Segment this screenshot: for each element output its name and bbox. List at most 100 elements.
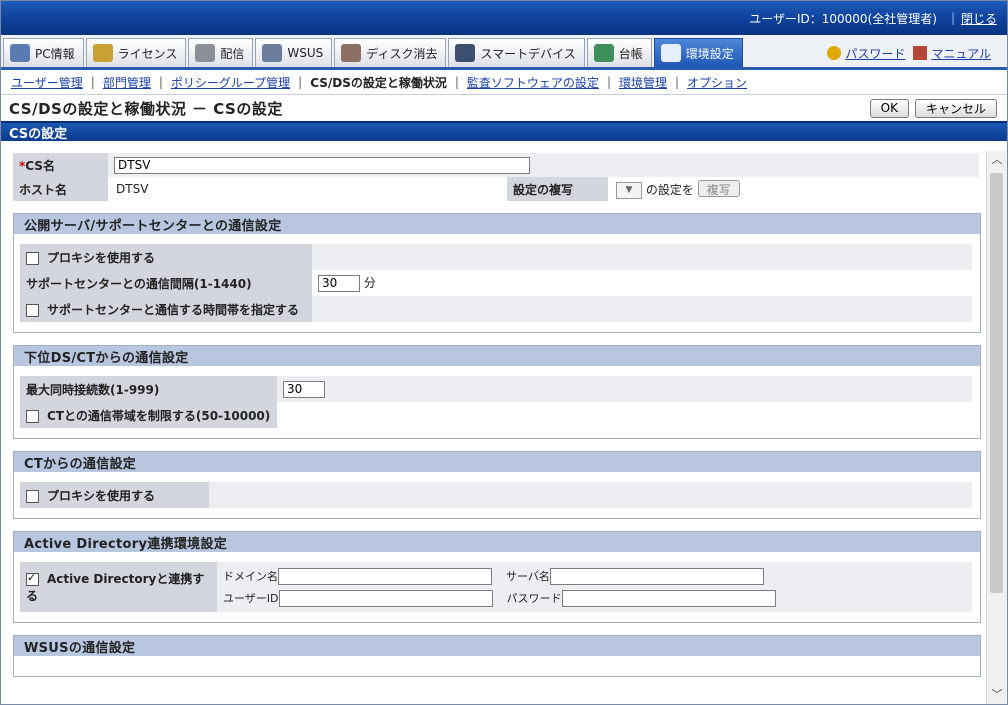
tab-label: 環境設定 (685, 46, 734, 61)
ad-link-label: Active Directoryと連携する (26, 572, 205, 603)
server-input[interactable] (549, 567, 764, 585)
pc-icon (10, 44, 30, 62)
public-proxy-checkbox[interactable] (26, 251, 39, 265)
tab-links: パスワード マニュアル (827, 39, 1007, 67)
lower-ds-ct-settings: 下位DS/CTからの通信設定 最大同時接続数(1-999) CTとの通信帯域を制… (13, 345, 981, 439)
public-server-settings: 公開サーバ/サポートセンターとの通信設定 プロキシを使用する サポートセンターと… (13, 213, 981, 333)
separator: | (454, 75, 459, 89)
password-input[interactable] (561, 589, 776, 607)
tab-settings-tools[interactable]: 環境設定 (653, 38, 743, 67)
cancel-button[interactable]: キャンセル (914, 98, 997, 118)
wsus-icon (262, 44, 283, 62)
password-link[interactable]: パスワード (845, 45, 905, 62)
tab-wsus[interactable]: WSUS (255, 38, 333, 67)
tab-label: スマートデバイス (480, 46, 576, 61)
top-bar: ユーザーID：100000(全社管理者) | 閉じる (1, 1, 1007, 35)
ct-proxy-label: プロキシを使用する (47, 488, 156, 503)
ct-settings: CTからの通信設定 プロキシを使用する (13, 451, 981, 519)
bandwidth-checkbox[interactable] (26, 409, 39, 423)
separator: | (950, 11, 955, 25)
page-title: CS/DSの設定と稼働状況 － CSの設定 (9, 99, 283, 118)
ok-button[interactable]: OK (869, 98, 909, 118)
user-id-text: ユーザーID：100000(全社管理者) (749, 11, 937, 26)
max-connections-input[interactable] (283, 380, 325, 398)
scroll-thumb[interactable] (990, 173, 1003, 593)
ledger-icon (593, 44, 614, 62)
subnav-item[interactable]: 環境管理 (619, 74, 667, 91)
domain-input[interactable] (278, 567, 492, 585)
ad-title: Active Directory連携環境設定 (14, 532, 980, 552)
subnav-item: CS/DSの設定と稼働状況 (310, 75, 447, 90)
disk-erase-icon (341, 44, 362, 62)
tab-label: ライセンス (117, 46, 178, 61)
subnav-item[interactable]: ユーザー管理 (11, 74, 83, 91)
copy-source-select[interactable]: ▼ (616, 181, 642, 199)
copy-settings-label: 設定の複写 (507, 177, 608, 201)
copy-button[interactable]: 複写 (697, 179, 740, 197)
ct-proxy-checkbox[interactable] (26, 489, 39, 503)
tab-label: ディスク消去 (366, 46, 438, 61)
lower-ds-ct-title: 下位DS/CTからの通信設定 (14, 346, 980, 366)
public-proxy-label: プロキシを使用する (47, 250, 156, 265)
max-connections-label: 最大同時接続数(1-999) (20, 376, 277, 402)
timeband-checkbox[interactable] (26, 303, 39, 317)
key-icon (827, 46, 842, 60)
settings-tools-icon (660, 44, 681, 62)
subnav-item[interactable]: 監査ソフトウェアの設定 (467, 74, 599, 91)
wsus-title: WSUSの通信設定 (14, 636, 980, 656)
tab-label: 台帳 (618, 46, 643, 61)
license-icon (92, 44, 113, 62)
interval-input[interactable] (318, 274, 360, 292)
subnav-item[interactable]: ポリシーグループ管理 (171, 74, 290, 91)
section-header: CSの設定 (1, 121, 1007, 142)
bandwidth-label: CTとの通信帯域を制限する(50-10000) (47, 408, 271, 423)
separator: | (158, 75, 163, 89)
interval-label: サポートセンターとの通信間隔(1-1440) (20, 270, 312, 296)
separator: | (606, 75, 611, 89)
wsus-settings: WSUSの通信設定 (13, 635, 981, 677)
host-name-value: DTSV (108, 177, 507, 201)
manual-link[interactable]: マニュアル (931, 45, 991, 62)
sub-navigation: ユーザー管理 | 部門管理 | ポリシーグループ管理 | CS/DSの設定と稼働状況 | 監査ソ… (1, 70, 1007, 95)
close-link[interactable]: 閉じる (961, 10, 997, 27)
action-buttons: OK キャンセル (869, 98, 1007, 118)
tab-smart-device[interactable]: スマートデバイス (448, 38, 585, 67)
ct-title: CTからの通信設定 (14, 452, 980, 472)
tab-label: WSUS (287, 46, 324, 60)
scroll-up-icon[interactable]: ︿ (987, 151, 1007, 169)
tab-ledger[interactable]: 台帳 (586, 38, 652, 67)
scroll-down-icon[interactable]: ﹀ (987, 686, 1007, 704)
cs-name-label: *CS名 (13, 153, 108, 177)
tab-disk-erase[interactable]: ディスク消去 (334, 38, 447, 67)
basic-settings-table: *CS名 ホスト名 DTSV 設定の複写 ▼ の設定を 複写 (13, 153, 979, 201)
distribution-icon (195, 44, 216, 62)
content-area: *CS名 ホスト名 DTSV 設定の複写 ▼ の設定を 複写 公開サーバ/サポー… (1, 139, 985, 704)
public-server-title: 公開サーバ/サポートセンターとの通信設定 (14, 214, 980, 234)
tab-distribution[interactable]: 配信 (188, 38, 254, 67)
tab-label: PC情報 (35, 46, 75, 61)
host-name-label: ホスト名 (13, 177, 108, 201)
tab-label: 配信 (220, 46, 245, 61)
title-row: CS/DSの設定と稼働状況 － CSの設定 OK キャンセル (1, 95, 1007, 121)
tab-license[interactable]: ライセンス (85, 38, 187, 67)
user-id-input[interactable] (278, 589, 493, 607)
manual-book-icon (913, 46, 928, 60)
separator: | (90, 75, 95, 89)
window: ユーザーID：100000(全社管理者) | 閉じる PC情報 ライセンス 配信 WS… (0, 0, 1008, 705)
smart-device-icon (455, 44, 476, 62)
timeband-label: サポートセンターと通信する時間帯を指定する (47, 302, 300, 317)
vertical-scrollbar[interactable]: ︿ ﹀ (986, 151, 1007, 704)
cs-name-input[interactable] (114, 156, 530, 174)
ad-link-checkbox[interactable] (26, 571, 39, 586)
separator: | (298, 75, 303, 89)
separator: | (675, 75, 680, 89)
tab-pc[interactable]: PC情報 (3, 38, 84, 67)
ad-settings: Active Directory連携環境設定 Active Directoryと… (13, 531, 981, 623)
password-label: パスワード (506, 592, 562, 605)
user-id-label: ユーザーID (223, 592, 279, 605)
server-label: サーバ名 (506, 570, 550, 583)
domain-label: ドメイン名 (223, 570, 278, 583)
subnav-item[interactable]: 部門管理 (103, 74, 151, 91)
copy-suffix-text: の設定を (645, 182, 694, 197)
subnav-item[interactable]: オプション (687, 74, 747, 91)
